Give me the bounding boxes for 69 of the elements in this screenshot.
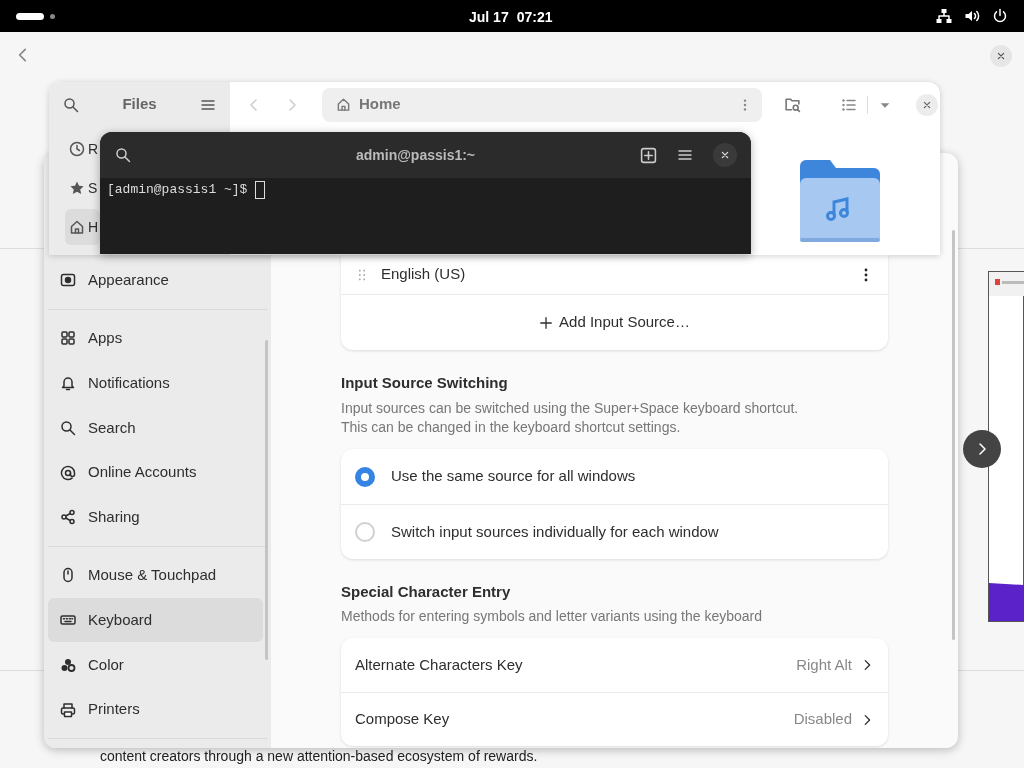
text-cursor bbox=[255, 180, 266, 199]
sidebar-item[interactable]: Notifications bbox=[48, 360, 263, 406]
sidebar-item[interactable]: S bbox=[65, 170, 100, 206]
add-input-source-button[interactable]: Add Input Source… bbox=[341, 294, 888, 350]
mouse-icon bbox=[60, 567, 76, 584]
description-text: This can be changed in the keyboard shortcut settings. bbox=[341, 418, 682, 437]
sidebar-item[interactable]: Mouse & Touchpad bbox=[48, 552, 263, 598]
volume-icon[interactable] bbox=[964, 8, 980, 24]
music-folder-icon[interactable] bbox=[800, 160, 880, 242]
date-text[interactable]: Jul 17 bbox=[469, 7, 509, 28]
search-icon[interactable] bbox=[63, 96, 79, 113]
next-button[interactable] bbox=[963, 430, 1001, 468]
close-button[interactable] bbox=[990, 45, 1012, 67]
description-text: Input sources can be switched using the Super+Space keyboard shortcut. bbox=[341, 399, 800, 418]
settings-row[interactable]: Compose Key Disabled bbox=[341, 692, 888, 746]
menu-icon[interactable] bbox=[677, 147, 693, 163]
sidebar-item[interactable]: Search bbox=[48, 405, 263, 451]
home-icon bbox=[336, 97, 351, 112]
sidebar-item[interactable]: Printers bbox=[48, 687, 263, 732]
network-icon[interactable] bbox=[936, 8, 952, 24]
section-heading: Input Source Switching bbox=[341, 373, 509, 393]
footer-text: content creators through a new attention-based ecosystem of rewards. bbox=[100, 747, 538, 766]
input-source-row[interactable]: English (US) bbox=[341, 255, 888, 294]
radio-button[interactable] bbox=[355, 522, 375, 542]
radio-option[interactable]: Switch input sources individually for each window bbox=[341, 504, 888, 559]
at-sign-icon bbox=[60, 464, 76, 481]
search-icon[interactable] bbox=[115, 147, 131, 163]
row-label: Compose Key bbox=[355, 709, 451, 730]
appearance-icon bbox=[60, 272, 76, 289]
color-icon bbox=[60, 656, 76, 673]
plus-icon bbox=[539, 315, 554, 330]
sidebar-item[interactable]: Color bbox=[48, 642, 263, 688]
window-title: Files bbox=[121, 94, 158, 115]
radio-button[interactable] bbox=[355, 466, 375, 487]
sidebar-item[interactable]: Keyboard bbox=[48, 597, 263, 643]
row-label: Alternate Characters Key bbox=[355, 654, 524, 675]
time-text[interactable]: 07:21 bbox=[516, 7, 553, 28]
share-icon bbox=[60, 509, 76, 526]
path-text: Home bbox=[359, 94, 402, 115]
sidebar-item[interactable]: Online Accounts bbox=[48, 450, 263, 495]
search-icon bbox=[60, 419, 76, 436]
sidebar-item[interactable]: Appearance bbox=[48, 258, 263, 303]
sidebar-item[interactable]: Sharing bbox=[48, 495, 263, 540]
sidebar-item[interactable]: R bbox=[65, 131, 100, 167]
activities-indicator[interactable] bbox=[16, 12, 55, 20]
clock-icon bbox=[69, 141, 85, 157]
apps-icon bbox=[60, 330, 76, 347]
radio-option[interactable]: Use the same source for all windows bbox=[341, 449, 888, 504]
terminal-prompt: [admin@passis1 ~]$ bbox=[107, 181, 248, 199]
section-heading: Special Character Entry bbox=[341, 582, 512, 602]
list-view-icon[interactable] bbox=[841, 96, 857, 113]
home-icon bbox=[69, 219, 85, 235]
power-icon[interactable] bbox=[992, 8, 1008, 24]
close-button[interactable] bbox=[713, 143, 737, 167]
star-icon bbox=[69, 180, 85, 196]
folder-search-icon[interactable] bbox=[784, 96, 801, 113]
input-source-name: English (US) bbox=[381, 264, 467, 285]
sidebar-item[interactable]: Apps bbox=[48, 315, 263, 361]
printer-icon bbox=[60, 701, 76, 718]
new-tab-icon[interactable] bbox=[640, 146, 657, 164]
close-button[interactable] bbox=[916, 93, 938, 116]
section-description: Methods for entering symbols and letter variants using the keyboard bbox=[341, 607, 763, 626]
row-value: Disabled bbox=[793, 709, 852, 730]
window-title: admin@passis1:~ bbox=[354, 145, 477, 165]
sidebar-item[interactable]: H bbox=[65, 209, 100, 245]
bell-icon bbox=[60, 375, 76, 391]
settings-row[interactable]: Alternate Characters Key Right Alt bbox=[341, 638, 888, 692]
path-bar[interactable]: Home bbox=[322, 87, 762, 122]
row-value: Right Alt bbox=[796, 654, 852, 675]
